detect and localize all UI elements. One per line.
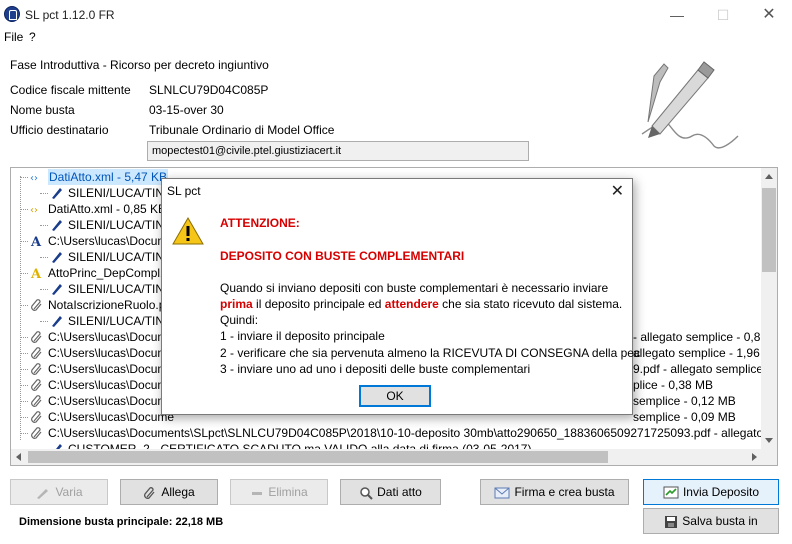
svg-text:‹›: ‹› xyxy=(30,173,38,184)
send-deposit-icon xyxy=(663,486,679,499)
dialog-body: ATTENZIONE: DEPOSITO CON BUSTE COMPLEMEN… xyxy=(162,203,640,414)
ok-button[interactable]: OK xyxy=(359,385,431,407)
paperclip-icon xyxy=(31,411,42,423)
minus-icon xyxy=(252,491,263,495)
salva-busta-button[interactable]: Salva busta in xyxy=(643,508,779,534)
paperclip-icon xyxy=(31,379,42,391)
envelope-icon xyxy=(494,487,510,499)
menu-bar: File ? xyxy=(0,30,792,46)
paperclip-icon xyxy=(31,363,42,375)
paperclip-icon xyxy=(31,331,42,343)
pdf-a-yellow-icon: A xyxy=(30,267,42,280)
signature-pen-icon xyxy=(52,220,62,231)
menu-help[interactable]: ? xyxy=(29,30,36,44)
signature-pen-icon xyxy=(52,252,62,263)
allega-button[interactable]: Allega xyxy=(120,479,218,505)
warning-dialog: SL pct ✕ ATTENZIONE: DEPOSITO CON BUSTE … xyxy=(161,178,640,415)
dialog-text-line: Quando si inviano depositi con buste com… xyxy=(220,281,609,295)
dialog-text-line: prima il deposito principale ed attender… xyxy=(220,297,623,311)
envelope-name-value: 03-15-over 30 xyxy=(149,103,224,117)
dialog-subheading: DEPOSITO CON BUSTE COMPLEMENTARI xyxy=(220,249,465,263)
title-bar: SL pct 1.12.0 FR — ☐ ✕ xyxy=(0,0,792,30)
signature-pen-icon xyxy=(52,316,62,327)
pen-icon xyxy=(37,488,49,499)
dialog-step-3: 3 - inviare uno ad uno i depositi delle … xyxy=(220,362,531,376)
signature-pen-icon xyxy=(52,284,62,295)
close-window-button[interactable]: ✕ xyxy=(746,0,792,30)
dialog-step-2: 2 - verificare che sia pervenuta almeno … xyxy=(220,346,640,360)
pdf-a-icon: A xyxy=(30,235,42,248)
pec-address-field[interactable]: mopectest01@civile.ptel.giustiziacert.it xyxy=(147,141,529,161)
firma-crea-busta-button[interactable]: Firma e crea busta xyxy=(480,479,629,505)
dialog-title: SL pct xyxy=(167,184,201,198)
envelope-name-label: Nome busta xyxy=(10,103,75,117)
svg-text:A: A xyxy=(30,267,42,280)
window-title: SL pct 1.12.0 FR xyxy=(25,8,115,22)
xml-icon: ‹› xyxy=(30,205,38,216)
scroll-down-arrow-icon[interactable] xyxy=(765,438,773,443)
dialog-step-1: 1 - inviare il deposito principale xyxy=(220,329,385,343)
tree-item[interactable]: C:\Users\lucas\Documents\SLpct\SLNLCU79D… xyxy=(11,425,777,441)
magnifier-icon xyxy=(360,487,373,500)
svg-text:‹›: ‹› xyxy=(30,205,38,216)
warning-icon xyxy=(172,217,204,245)
paperclip-icon xyxy=(31,427,42,439)
menu-file[interactable]: File xyxy=(4,30,23,44)
pen-logo-icon xyxy=(641,61,739,149)
xml-icon: ‹› xyxy=(30,173,38,184)
emphasis-attendere: attendere xyxy=(384,297,439,311)
dialog-close-button[interactable]: ✕ xyxy=(611,181,624,201)
paperclip-icon xyxy=(144,486,155,499)
tree-horizontal-scrollbar[interactable] xyxy=(11,449,762,465)
scroll-up-arrow-icon[interactable] xyxy=(765,174,773,179)
minimize-button[interactable]: — xyxy=(654,0,700,30)
scroll-corner xyxy=(761,449,777,465)
dati-atto-button[interactable]: Dati atto xyxy=(340,479,441,505)
scroll-right-arrow-icon[interactable] xyxy=(752,453,757,461)
dialog-text-line: Quindi: xyxy=(220,313,259,327)
elimina-button[interactable]: Elimina xyxy=(230,479,328,505)
scroll-thumb[interactable] xyxy=(762,188,776,272)
floppy-disk-icon xyxy=(665,515,678,528)
scroll-left-arrow-icon[interactable] xyxy=(16,453,21,461)
tree-vertical-scrollbar[interactable] xyxy=(761,168,777,449)
fiscal-code-label: Codice fiscale mittente xyxy=(10,83,131,97)
emphasis-prima: prima xyxy=(220,297,253,311)
invia-deposito-button[interactable]: Invia Deposito xyxy=(643,479,779,505)
svg-text:A: A xyxy=(30,235,42,248)
app-logo-icon xyxy=(4,6,20,22)
envelope-size-label: Dimensione busta principale: 22,18 MB xyxy=(19,516,224,528)
destination-office-value: Tribunale Ordinario di Model Office xyxy=(149,123,335,137)
paperclip-icon xyxy=(31,395,42,407)
signature-pen-icon xyxy=(52,188,62,199)
phase-title: Fase Introduttiva - Ricorso per decreto … xyxy=(10,58,269,72)
maximize-button[interactable]: ☐ xyxy=(700,0,746,30)
paperclip-icon xyxy=(31,299,42,311)
destination-office-label: Ufficio destinatario xyxy=(10,123,109,137)
dialog-heading: ATTENZIONE: xyxy=(220,216,300,230)
scroll-thumb[interactable] xyxy=(28,451,608,463)
varia-button[interactable]: Varia xyxy=(10,479,108,505)
fiscal-code-value: SLNLCU79D04C085P xyxy=(149,83,269,97)
dialog-title-bar: SL pct ✕ xyxy=(162,179,632,203)
paperclip-icon xyxy=(31,347,42,359)
